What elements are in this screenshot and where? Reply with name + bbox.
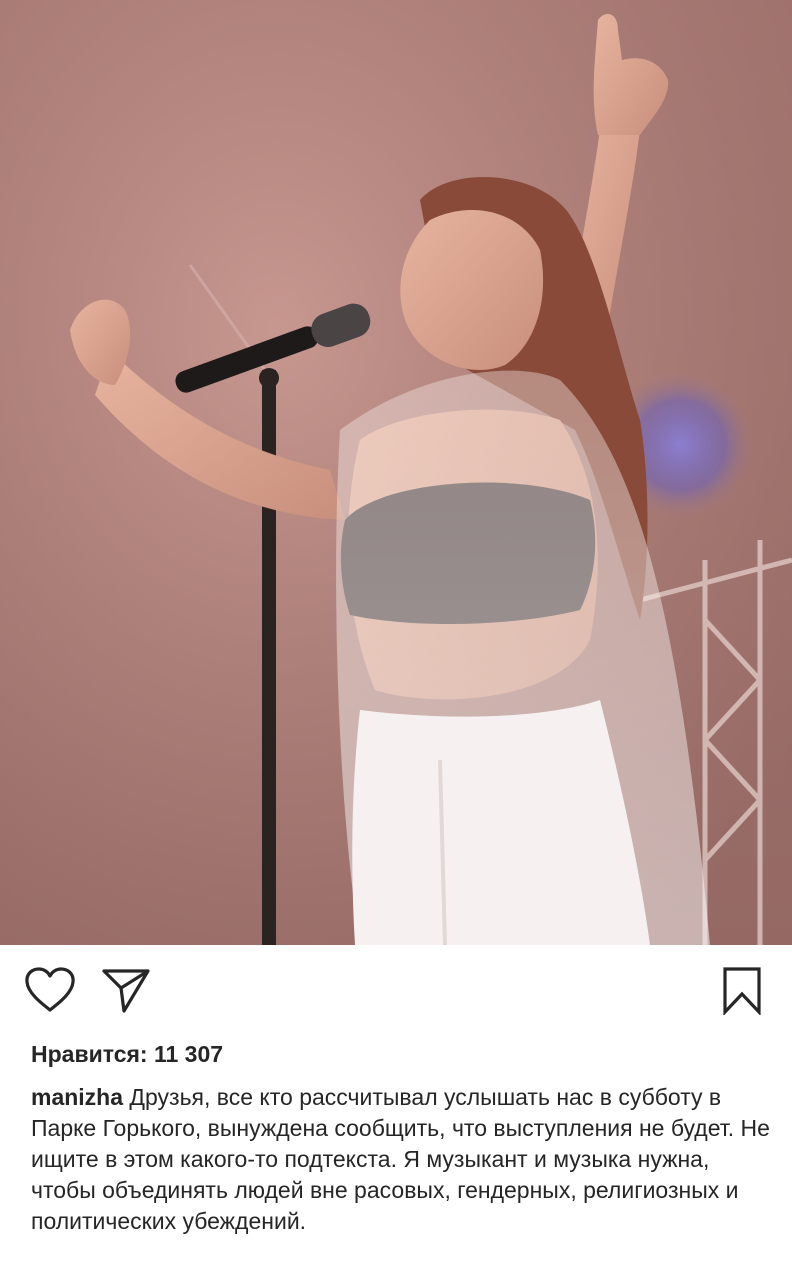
likes-number: 11 307 <box>153 1041 224 1067</box>
bookmark-icon <box>723 967 761 1015</box>
share-button[interactable] <box>100 967 152 1013</box>
likes-label: Нравится: <box>31 1041 148 1067</box>
post-photo-image <box>0 0 792 945</box>
like-button[interactable] <box>24 967 76 1013</box>
post-photo[interactable] <box>0 0 792 945</box>
caption-username[interactable]: manizha <box>31 1084 123 1110</box>
save-button[interactable] <box>716 965 768 1015</box>
heart-icon <box>25 967 75 1012</box>
post-caption: manizha Друзья, все кто рассчитывал услы… <box>31 1082 771 1237</box>
post-action-bar <box>0 945 792 1040</box>
paper-plane-icon <box>102 969 150 1013</box>
likes-count[interactable]: Нравится: 11 307 <box>31 1037 223 1071</box>
caption-text: Друзья, все кто рассчитывал услышать нас… <box>31 1084 770 1234</box>
